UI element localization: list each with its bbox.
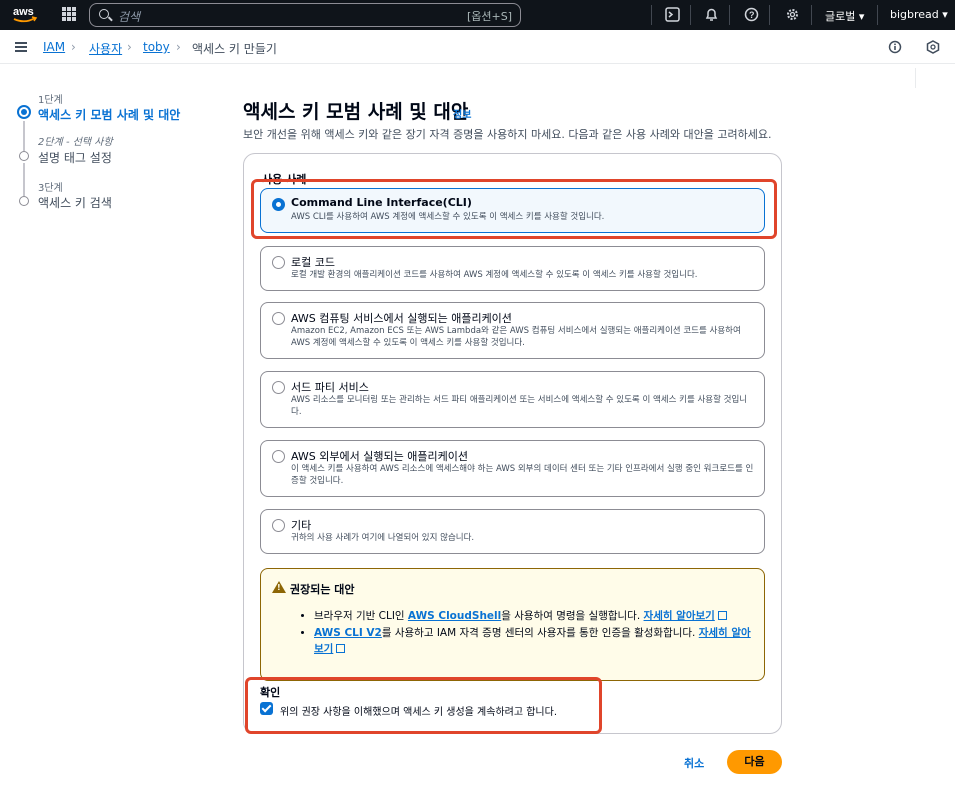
step-3-indicator [19,196,29,206]
step-3-number: 3단계 [38,183,63,194]
breadcrumb-iam[interactable]: IAM [43,40,65,54]
account-menu[interactable]: bigbread ▾ [890,8,948,21]
highlight-box [245,677,602,734]
external-link-icon [336,644,346,653]
chevron-right-icon: › [127,40,132,54]
option-title: 서드 파티 서비스 [291,381,369,394]
svg-text:?: ? [749,10,755,20]
radio-icon[interactable] [272,450,285,463]
step-2-number: 2단계 - 선택 사항 [38,137,113,148]
radio-icon[interactable] [272,381,285,394]
option-description: 귀하의 사용 사례가 여기에 나열되어 있지 않습니다. [291,533,475,543]
option-title: AWS 외부에서 실행되는 애플리케이션 [291,450,468,463]
step-1-indicator [17,105,31,119]
highlight-box [251,179,777,239]
breadcrumb-current: 액세스 키 만들기 [192,42,277,56]
hexagon-settings-icon[interactable] [926,40,940,54]
step-2-label: 설명 태그 설정 [38,151,112,165]
step-2-indicator [19,151,29,161]
warning-icon [272,581,286,593]
alert-item: 브라우저 기반 CLI인 AWS CloudShell을 사용하여 명령을 실행… [314,608,754,624]
breadcrumb-bar: IAM › 사용자 › toby › 액세스 키 만들기 [0,30,955,88]
page-title: 액세스 키 모범 사례 및 대안 [243,101,469,123]
option-description: 로컬 개발 환경의 애플리케이션 코드를 사용하여 AWS 계정에 액세스할 수… [291,270,698,280]
option-description: AWS 리소스를 모니터링 또는 관리하는 서드 파티 애플리케이션 또는 서비… [291,395,748,417]
option-title: AWS 컴퓨팅 서비스에서 실행되는 애플리케이션 [291,312,512,325]
external-link-icon [717,611,727,620]
chevron-right-icon: › [176,40,181,54]
next-button[interactable]: 다음 [727,750,782,774]
option-description: 이 액세스 키를 사용하여 AWS 리소스에 액세스해야 하는 AWS 외부의 … [291,464,754,486]
menu-hamburger-icon[interactable] [15,42,27,52]
services-grid-icon[interactable] [62,7,76,21]
step-1-label[interactable]: 액세스 키 모범 사례 및 대안 [38,106,180,123]
help-icon[interactable]: ? [744,7,759,22]
info-link[interactable]: 정보 [453,106,471,121]
chevron-right-icon: › [71,40,76,54]
search-shortcut: [옵션+S] [466,10,512,23]
recommended-alternatives-alert: 권장되는 대안 브라우저 기반 CLI인 AWS CloudShell을 사용하… [260,568,765,681]
option-title: 기타 [291,519,312,532]
option-aws-compute[interactable]: AWS 컴퓨팅 서비스에서 실행되는 애플리케이션 Amazon EC2, Am… [260,302,765,359]
search-placeholder: 검색 [118,10,141,24]
search-icon [99,9,109,19]
option-description: Amazon EC2, Amazon ECS 또는 AWS Lambda와 같은… [291,326,741,348]
cloudshell-link[interactable]: AWS CloudShell [408,610,501,622]
step-1-number: 1단계 [38,95,63,106]
alert-item: AWS CLI V2를 사용하고 IAM 자격 증명 센터의 사용자를 통한 인… [314,625,754,657]
alert-title: 권장되는 대안 [290,583,355,596]
info-panel-icon[interactable] [888,40,902,54]
step-3-label: 액세스 키 검색 [38,196,112,210]
aws-logo[interactable]: aws [12,4,38,26]
page-description: 보안 개선을 위해 액세스 키와 같은 장기 자격 증명을 사용하지 마세요. … [243,128,772,141]
top-navigation: aws 검색 [옵션+S] ? 글로벌 ▾ bigbread ▾ [0,0,955,30]
learn-more-link[interactable]: 자세히 알아보기 [644,610,715,622]
cancel-button[interactable]: 취소 [684,755,704,771]
option-title: 로컬 코드 [291,256,335,269]
search-input[interactable]: 검색 [옵션+S] [89,3,521,27]
settings-gear-icon[interactable] [785,7,800,22]
breadcrumb-users[interactable]: 사용자 [89,40,122,57]
option-outside-aws[interactable]: AWS 외부에서 실행되는 애플리케이션 이 액세스 키를 사용하여 AWS 리… [260,440,765,497]
cli-v2-link[interactable]: AWS CLI V2 [314,627,382,639]
notifications-bell-icon[interactable] [704,7,719,22]
region-selector[interactable]: 글로벌 ▾ [825,8,864,24]
option-other[interactable]: 기타 귀하의 사용 사례가 여기에 나열되어 있지 않습니다. [260,509,765,554]
cloudshell-icon[interactable] [665,7,680,22]
radio-icon[interactable] [272,256,285,269]
radio-icon[interactable] [272,519,285,532]
svg-text:aws: aws [13,6,34,18]
option-local-code[interactable]: 로컬 코드 로컬 개발 환경의 애플리케이션 코드를 사용하여 AWS 계정에 … [260,246,765,291]
option-third-party[interactable]: 서드 파티 서비스 AWS 리소스를 모니터링 또는 관리하는 서드 파티 애플… [260,371,765,428]
breadcrumb-user-toby[interactable]: toby [143,40,170,54]
radio-icon[interactable] [272,312,285,325]
